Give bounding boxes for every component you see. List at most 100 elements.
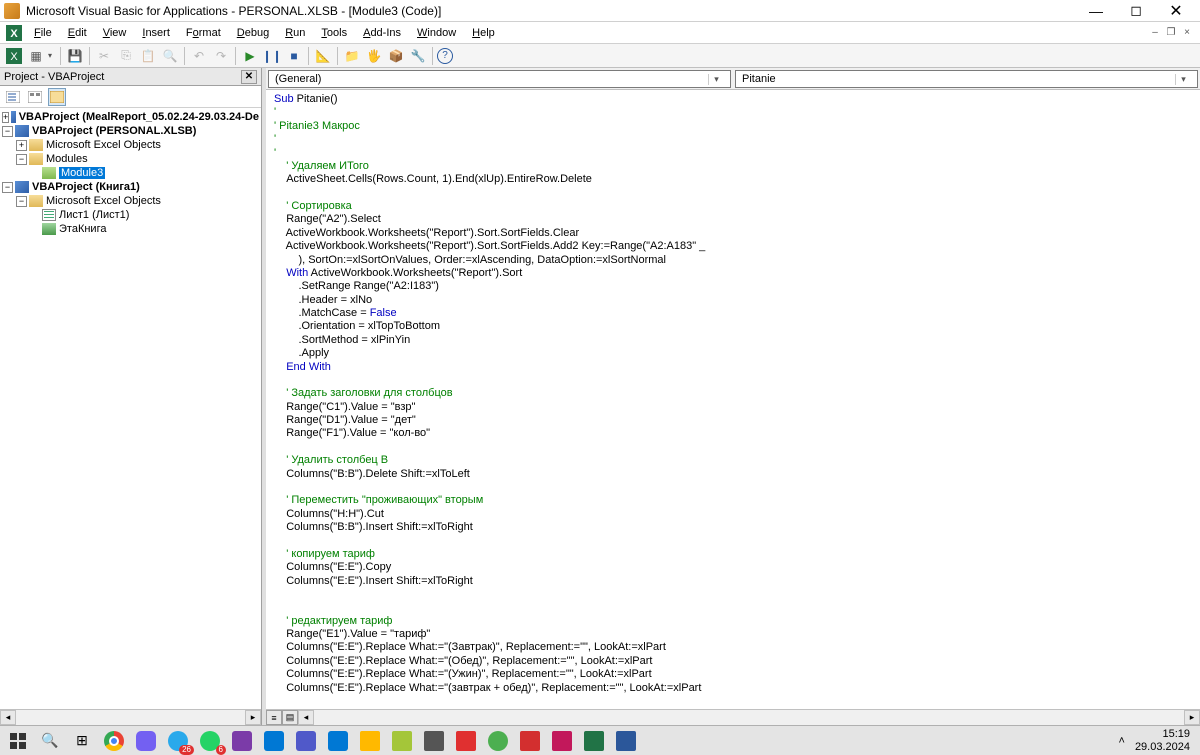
insert-object-button[interactable]: ▦ [26, 46, 46, 66]
remote-desktop-icon[interactable] [326, 729, 350, 753]
project-explorer-button[interactable]: 📁 [342, 46, 362, 66]
view-excel-button[interactable]: X [4, 46, 24, 66]
search-button[interactable]: 🔍 [38, 729, 62, 753]
start-button[interactable] [6, 729, 30, 753]
tree-project-book1[interactable]: − VBAProject (Книга1) [2, 180, 259, 194]
paste-button[interactable]: 📋 [138, 46, 158, 66]
scroll-right-icon[interactable]: ▸ [1184, 710, 1200, 725]
explorer-icon[interactable] [358, 729, 382, 753]
tree-folder-excel-objects[interactable]: + Microsoft Excel Objects [2, 138, 259, 152]
menu-addins[interactable]: Add-Ins [355, 25, 409, 41]
worksheet-icon [42, 209, 56, 221]
redo-button[interactable]: ↷ [211, 46, 231, 66]
toolbox-button[interactable]: 🔧 [408, 46, 428, 66]
menu-view[interactable]: View [95, 25, 135, 41]
telegram-icon[interactable]: 26 [166, 729, 190, 753]
outlook-icon[interactable] [262, 729, 286, 753]
menu-run[interactable]: Run [277, 25, 313, 41]
collapse-icon[interactable]: − [2, 182, 13, 193]
task-view-button[interactable]: ⊞ [70, 729, 94, 753]
cut-button[interactable]: ✂ [94, 46, 114, 66]
scroll-left-icon[interactable]: ◂ [0, 710, 16, 725]
project-panel-close[interactable]: ✕ [241, 70, 257, 84]
code-pane: (General) ▾ Pitanie ▾ Sub Pitanie() ' ' … [266, 68, 1200, 725]
object-browser-button[interactable]: 📦 [386, 46, 406, 66]
save-button[interactable]: 💾 [65, 46, 85, 66]
collapse-icon[interactable]: − [16, 196, 27, 207]
workbook-icon [42, 223, 56, 235]
design-mode-button[interactable]: 📐 [313, 46, 333, 66]
menu-edit[interactable]: Edit [60, 25, 95, 41]
tree-project-personal[interactable]: − VBAProject (PERSONAL.XLSB) [2, 124, 259, 138]
find-button[interactable]: 🔍 [160, 46, 180, 66]
notepadpp-icon[interactable] [390, 729, 414, 753]
menu-tools[interactable]: Tools [313, 25, 355, 41]
maximize-button[interactable]: ◻ [1116, 1, 1156, 21]
tree-sheet1[interactable]: Лист1 (Лист1) [2, 208, 259, 222]
break-button[interactable]: ❙❙ [262, 46, 282, 66]
app-green-icon[interactable] [486, 729, 510, 753]
expand-icon[interactable]: + [16, 140, 27, 151]
undo-button[interactable]: ↶ [189, 46, 209, 66]
properties-button[interactable]: 🖐 [364, 46, 384, 66]
clock[interactable]: 15:19 29.03.2024 [1135, 728, 1194, 752]
mdi-restore[interactable]: ❐ [1164, 26, 1178, 40]
procedure-dropdown-value: Pitanie [742, 73, 776, 85]
insert-dropdown[interactable]: ▾ [48, 51, 56, 60]
menu-window[interactable]: Window [409, 25, 464, 41]
menu-file[interactable]: File [26, 25, 60, 41]
mdi-minimize[interactable]: – [1148, 26, 1162, 40]
mdi-close[interactable]: × [1180, 26, 1194, 40]
onenote-icon[interactable] [230, 729, 254, 753]
project-icon [11, 111, 15, 123]
whatsapp-icon[interactable]: 6 [198, 729, 222, 753]
menu-debug[interactable]: Debug [229, 25, 277, 41]
tree-folder-excel-objects-2[interactable]: − Microsoft Excel Objects [2, 194, 259, 208]
minimize-button[interactable]: — [1076, 1, 1116, 21]
view-code-button[interactable] [4, 88, 22, 106]
excel-icon[interactable]: X [6, 25, 22, 41]
close-button[interactable]: ✕ [1156, 1, 1196, 21]
teams-icon[interactable] [294, 729, 318, 753]
word-taskbar-icon[interactable] [614, 729, 638, 753]
project-tree[interactable]: + VBAProject (MealReport_05.02.24-29.03.… [0, 108, 261, 709]
help-button[interactable]: ? [437, 48, 453, 64]
app-ruby-icon[interactable] [550, 729, 574, 753]
object-dropdown[interactable]: (General) ▾ [268, 70, 731, 88]
calculator-icon[interactable] [422, 729, 446, 753]
excel-taskbar-icon[interactable] [582, 729, 606, 753]
code-bottom-bar: ≡ ▤ ◂ ▸ [266, 709, 1200, 725]
scroll-right-icon[interactable]: ▸ [245, 710, 261, 725]
reset-button[interactable]: ■ [284, 46, 304, 66]
expand-icon[interactable]: + [2, 112, 9, 123]
vba-app-icon [4, 3, 20, 19]
run-button[interactable]: ▶ [240, 46, 260, 66]
scroll-left-icon[interactable]: ◂ [298, 710, 314, 725]
project-hscroll[interactable]: ◂ ▸ [0, 709, 261, 725]
taskbar: 🔍 ⊞ 26 6 ˄ 15:19 29.03.2024 [0, 725, 1200, 755]
view-object-button[interactable] [26, 88, 44, 106]
system-tray[interactable]: ˄ 15:19 29.03.2024 [1119, 728, 1195, 752]
full-module-view-button[interactable]: ▤ [282, 710, 298, 725]
collapse-icon[interactable]: − [16, 154, 27, 165]
app-red-icon[interactable] [518, 729, 542, 753]
menu-help[interactable]: Help [464, 25, 503, 41]
procedure-dropdown[interactable]: Pitanie ▾ [735, 70, 1198, 88]
toolbar: X ▦ ▾ 💾 ✂ ⎘ 📋 🔍 ↶ ↷ ▶ ❙❙ ■ 📐 📁 🖐 📦 🔧 ? [0, 44, 1200, 68]
snipping-icon[interactable] [454, 729, 478, 753]
procedure-view-button[interactable]: ≡ [266, 710, 282, 725]
tree-thisworkbook[interactable]: ЭтаКнига [2, 222, 259, 236]
tree-project-mealreport[interactable]: + VBAProject (MealReport_05.02.24-29.03.… [2, 110, 259, 124]
toggle-folders-button[interactable] [48, 88, 66, 106]
code-editor[interactable]: Sub Pitanie() ' ' Pitanie3 Макрос ' ' ' … [266, 90, 1200, 709]
menu-insert[interactable]: Insert [134, 25, 178, 41]
viber-icon[interactable] [134, 729, 158, 753]
tree-folder-modules[interactable]: − Modules [2, 152, 259, 166]
chrome-icon[interactable] [102, 729, 126, 753]
project-panel-title: Project - VBAProject [4, 71, 104, 83]
tray-chevron-icon[interactable]: ˄ [1119, 735, 1125, 747]
menu-format[interactable]: Format [178, 25, 229, 41]
copy-button[interactable]: ⎘ [116, 46, 136, 66]
collapse-icon[interactable]: − [2, 126, 13, 137]
tree-module3[interactable]: Module3 [2, 166, 259, 180]
